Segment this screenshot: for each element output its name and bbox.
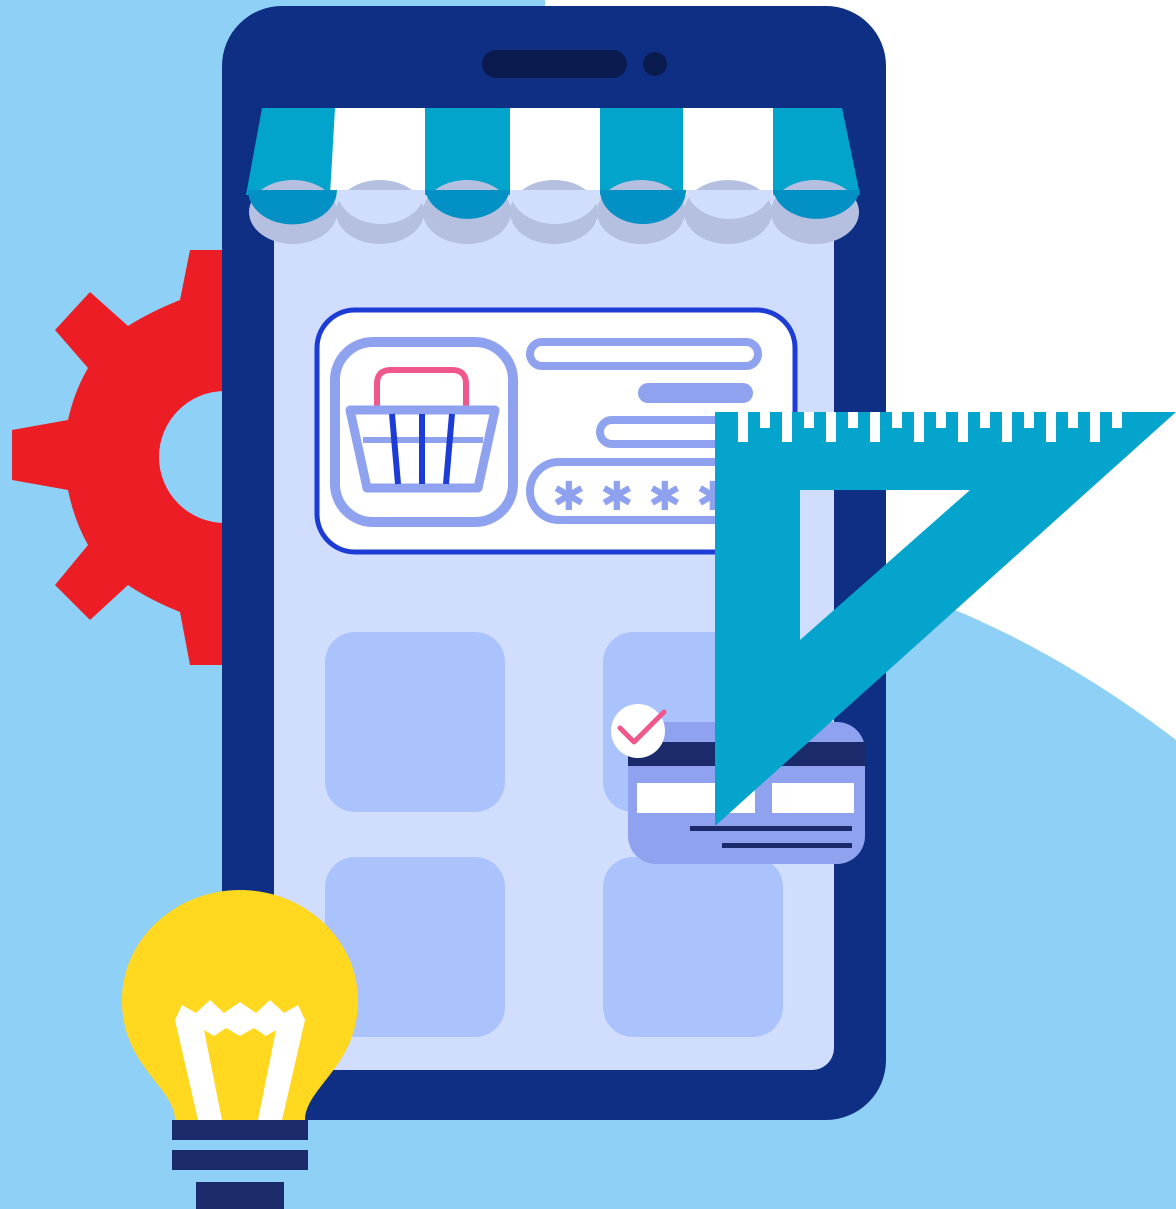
phone-camera	[643, 52, 667, 76]
app-tile	[603, 857, 783, 1037]
product-title-bar	[526, 338, 762, 370]
svg-text:✱: ✱	[600, 474, 634, 520]
app-tile	[325, 632, 505, 812]
product-price-bar	[638, 383, 753, 403]
illustration-scene: ✱ ✱ ✱ ✱	[0, 0, 1176, 1209]
svg-text:✱: ✱	[648, 474, 682, 520]
phone-speaker	[482, 50, 627, 78]
check-icon	[611, 704, 667, 758]
illustration-canvas: ✱ ✱ ✱ ✱	[0, 0, 1176, 1209]
svg-text:✱: ✱	[552, 474, 586, 520]
